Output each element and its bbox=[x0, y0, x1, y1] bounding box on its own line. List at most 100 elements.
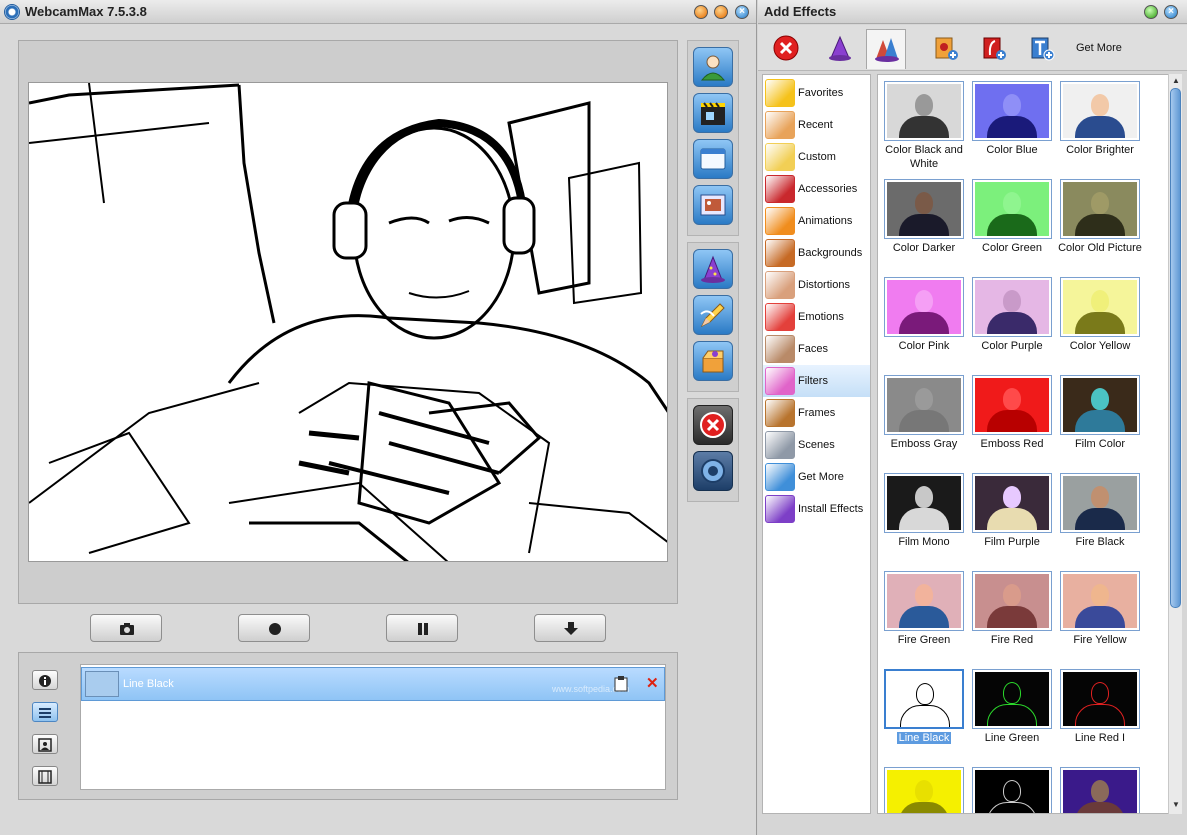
effect-tile[interactable]: Emboss Gray bbox=[880, 371, 968, 467]
person-head bbox=[1091, 486, 1109, 508]
effect-tile[interactable]: Color Green bbox=[968, 175, 1056, 271]
user-source-button[interactable] bbox=[693, 47, 733, 87]
image-source-button[interactable] bbox=[693, 185, 733, 225]
effect-tile[interactable]: Line Red I bbox=[1056, 665, 1144, 761]
sunset-icon bbox=[765, 239, 795, 267]
effect-tile[interactable]: Film Purple bbox=[968, 469, 1056, 565]
minimize-icon[interactable] bbox=[1144, 5, 1158, 19]
clipboard-icon[interactable] bbox=[614, 676, 628, 692]
category-item[interactable]: Accessories bbox=[763, 173, 870, 205]
effect-list-tab[interactable] bbox=[32, 702, 58, 722]
effects-wizard-button[interactable] bbox=[693, 249, 733, 289]
filter-icon bbox=[765, 367, 795, 395]
effect-tile[interactable]: Color Brighter bbox=[1056, 77, 1144, 173]
person-head bbox=[1091, 290, 1109, 312]
category-item[interactable]: Animations bbox=[763, 205, 870, 237]
effect-tile[interactable]: Emboss Red bbox=[968, 371, 1056, 467]
remove-effect-icon[interactable]: ✕ bbox=[646, 676, 659, 691]
get-more-link[interactable]: Get More bbox=[1076, 42, 1122, 54]
category-item[interactable]: Backgrounds bbox=[763, 237, 870, 269]
effect-tile[interactable]: Film Color bbox=[1056, 371, 1144, 467]
snapshot-button[interactable] bbox=[90, 614, 162, 642]
minimize-icon[interactable] bbox=[714, 5, 728, 19]
category-item[interactable]: Frames bbox=[763, 397, 870, 429]
download-button[interactable] bbox=[534, 614, 606, 642]
face-icon bbox=[765, 335, 795, 363]
category-item[interactable]: Distortions bbox=[763, 269, 870, 301]
video-file-button[interactable] bbox=[693, 93, 733, 133]
effect-tile[interactable]: Line Green bbox=[968, 665, 1056, 761]
effect-tile[interactable]: Film Mono bbox=[880, 469, 968, 565]
close-icon[interactable]: × bbox=[735, 5, 749, 19]
effect-tile[interactable]: Color Yellow bbox=[1056, 273, 1144, 369]
portrait-icon bbox=[38, 738, 52, 752]
effects-tab[interactable] bbox=[820, 29, 860, 69]
category-label: Favorites bbox=[798, 87, 844, 99]
settings-window-icon[interactable] bbox=[694, 5, 708, 19]
effect-tile[interactable]: Fire Red bbox=[968, 567, 1056, 663]
effect-label: Film Mono bbox=[880, 535, 968, 549]
pause-button[interactable] bbox=[386, 614, 458, 642]
category-item[interactable]: Filters bbox=[763, 365, 870, 397]
effect-label-text: Line Black bbox=[896, 732, 952, 744]
category-item[interactable]: Faces bbox=[763, 333, 870, 365]
scroll-up-icon[interactable]: ▲ bbox=[1171, 76, 1181, 86]
settings-button[interactable] bbox=[693, 451, 733, 491]
effect-tile[interactable] bbox=[968, 763, 1056, 813]
effect-thumbnail bbox=[887, 280, 961, 334]
effects-scrollbar[interactable]: ▲ ▼ bbox=[1168, 74, 1182, 814]
category-label: Frames bbox=[798, 407, 836, 419]
category-item[interactable]: Get More bbox=[763, 461, 870, 493]
folder-icon bbox=[765, 143, 795, 171]
person-body bbox=[987, 802, 1037, 813]
category-item[interactable]: Custom bbox=[763, 141, 870, 173]
effect-tile[interactable]: Color Old Picture bbox=[1056, 175, 1144, 271]
remove-all-effects-button[interactable] bbox=[693, 405, 733, 445]
info-button[interactable] bbox=[32, 670, 58, 690]
record-button[interactable] bbox=[238, 614, 310, 642]
effect-thumbnail bbox=[887, 770, 961, 813]
film-tab[interactable] bbox=[32, 766, 58, 786]
add-text-effect-button[interactable] bbox=[1022, 29, 1062, 69]
effects-library-tab[interactable] bbox=[866, 29, 906, 69]
person-head bbox=[1091, 192, 1109, 214]
effect-tile[interactable]: Fire Yellow bbox=[1056, 567, 1144, 663]
window-capture-button[interactable] bbox=[693, 139, 733, 179]
effect-tile[interactable]: Color Black and White bbox=[880, 77, 968, 173]
effects-titlebar: Add Effects × bbox=[758, 0, 1187, 24]
effect-tile[interactable]: Color Purple bbox=[968, 273, 1056, 369]
add-image-effect-button[interactable] bbox=[926, 29, 966, 69]
effect-tile[interactable]: Color Blue bbox=[968, 77, 1056, 173]
category-item[interactable]: Favorites bbox=[763, 77, 870, 109]
effect-label: Fire Black bbox=[1056, 535, 1144, 549]
effect-thumbnail-frame bbox=[884, 571, 964, 631]
category-item[interactable]: Recent bbox=[763, 109, 870, 141]
close-icon[interactable]: × bbox=[1164, 5, 1178, 19]
effect-label-text: Color Old Picture bbox=[1058, 242, 1142, 254]
category-item[interactable]: Install Effects bbox=[763, 493, 870, 525]
scrollbar-thumb[interactable] bbox=[1170, 88, 1181, 608]
applied-effect-row[interactable]: Line Black www.softpedia.com ✕ bbox=[81, 667, 665, 701]
category-label: Distortions bbox=[798, 279, 850, 291]
effect-thumbnail bbox=[975, 476, 1049, 530]
category-item[interactable]: Scenes bbox=[763, 429, 870, 461]
picture-in-picture-tab[interactable] bbox=[32, 734, 58, 754]
effect-tile[interactable]: Fire Green bbox=[880, 567, 968, 663]
frame-icon bbox=[765, 399, 795, 427]
remove-effect-button[interactable] bbox=[766, 29, 806, 69]
effect-tile[interactable] bbox=[1056, 763, 1144, 813]
person-body bbox=[987, 606, 1037, 628]
effect-label: Line Green bbox=[968, 731, 1056, 745]
paint-draw-button[interactable] bbox=[693, 295, 733, 335]
effect-tile[interactable] bbox=[880, 763, 968, 813]
flash-add-icon bbox=[983, 37, 1006, 60]
effect-tile[interactable]: Color Pink bbox=[880, 273, 968, 369]
effect-box-button[interactable] bbox=[693, 341, 733, 381]
category-item[interactable]: Emotions bbox=[763, 301, 870, 333]
effect-tile[interactable]: Fire Black bbox=[1056, 469, 1144, 565]
effect-tile[interactable]: Color Darker bbox=[880, 175, 968, 271]
effect-tile[interactable]: Line Black bbox=[880, 665, 968, 761]
scroll-down-icon[interactable]: ▼ bbox=[1171, 800, 1181, 810]
add-flash-effect-button[interactable] bbox=[974, 29, 1014, 69]
person-body bbox=[1075, 312, 1125, 334]
